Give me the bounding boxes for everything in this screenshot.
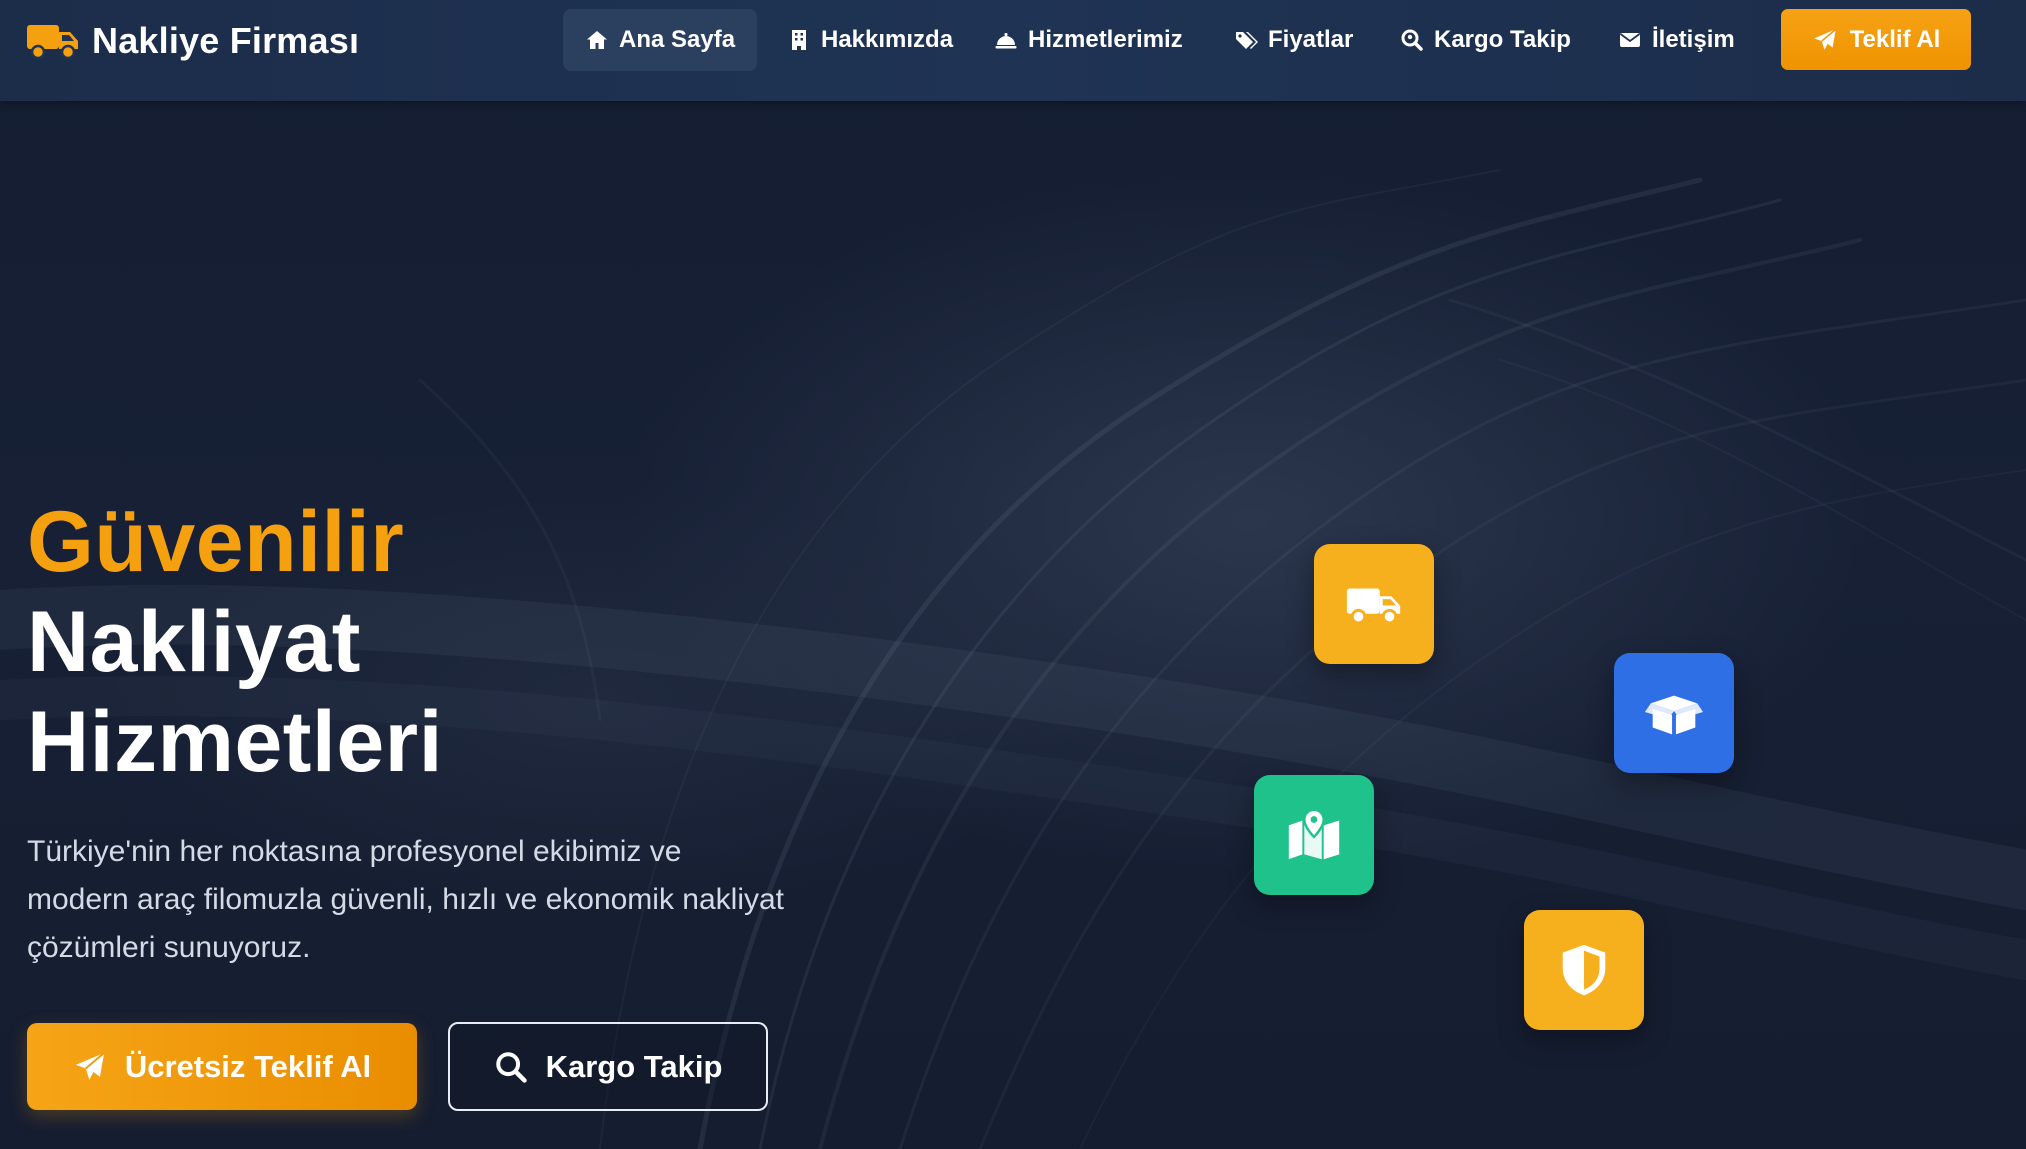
hero-title-highlight: Güvenilir [27,494,405,590]
get-quote-button[interactable]: Teklif Al [1781,9,1971,70]
nav-label: Ana Sayfa [619,26,736,53]
box-open-icon [1644,695,1704,735]
truck-icon [1346,588,1401,625]
paper-plane-icon [75,1051,105,1080]
nav-label: Kargo Takip [1434,26,1571,53]
nav-item-services[interactable]: Hizmetlerimiz [972,9,1205,71]
nav-item-home[interactable]: Ana Sayfa [563,9,758,71]
home-icon [587,31,607,49]
nav-label: Hakkımızda [821,26,954,53]
nav-item-contact[interactable]: İletişim [1596,9,1757,71]
feature-tile-routes [1254,775,1374,895]
hero-title-line-3: Hizmetleri [27,694,444,790]
envelope-icon [1619,33,1641,47]
nav-item-tracking[interactable]: Kargo Takip [1378,9,1593,71]
nav-item-pricing[interactable]: Fiyatlar [1212,9,1375,71]
service-bell-icon [995,33,1017,49]
search-location-icon [1401,29,1423,51]
free-quote-label: Ücretsiz Teklif Al [124,1048,372,1084]
cargo-tracking-button[interactable]: Kargo Takip [448,1022,768,1111]
free-quote-button[interactable]: Ücretsiz Teklif Al [27,1023,417,1110]
tags-icon [1236,32,1258,49]
nav-item-about[interactable]: Hakkımızda [765,9,975,71]
nav-label: Fiyatlar [1268,26,1354,53]
hero-title: Güvenilir Nakliyat Hizmetleri [27,492,443,792]
hero-description: Türkiye'nin her noktasına profesyonel ek… [27,835,785,964]
feature-tile-security [1524,910,1644,1030]
brand-logo-link[interactable]: Nakliye Firması [26,18,359,64]
search-icon [495,1051,527,1083]
get-quote-label: Teklif Al [1849,25,1941,53]
feature-tile-transport [1314,544,1434,664]
building-icon [792,30,806,50]
truck-icon [27,25,78,60]
shield-icon [1562,944,1606,996]
nav-label: İletişim [1652,26,1735,53]
map-location-icon [1288,808,1340,860]
hero-title-line-2: Nakliyat [27,594,361,690]
nav-label: Hizmetlerimiz [1028,26,1183,53]
cargo-tracking-label: Kargo Takip [545,1048,723,1084]
paper-plane-icon [1813,28,1836,50]
feature-tile-packaging [1614,653,1734,773]
brand-name: Nakliye Firması [92,20,360,61]
navbar: Nakliye Firması Ana Sayfa Hakkımızda Hiz… [0,0,2026,101]
